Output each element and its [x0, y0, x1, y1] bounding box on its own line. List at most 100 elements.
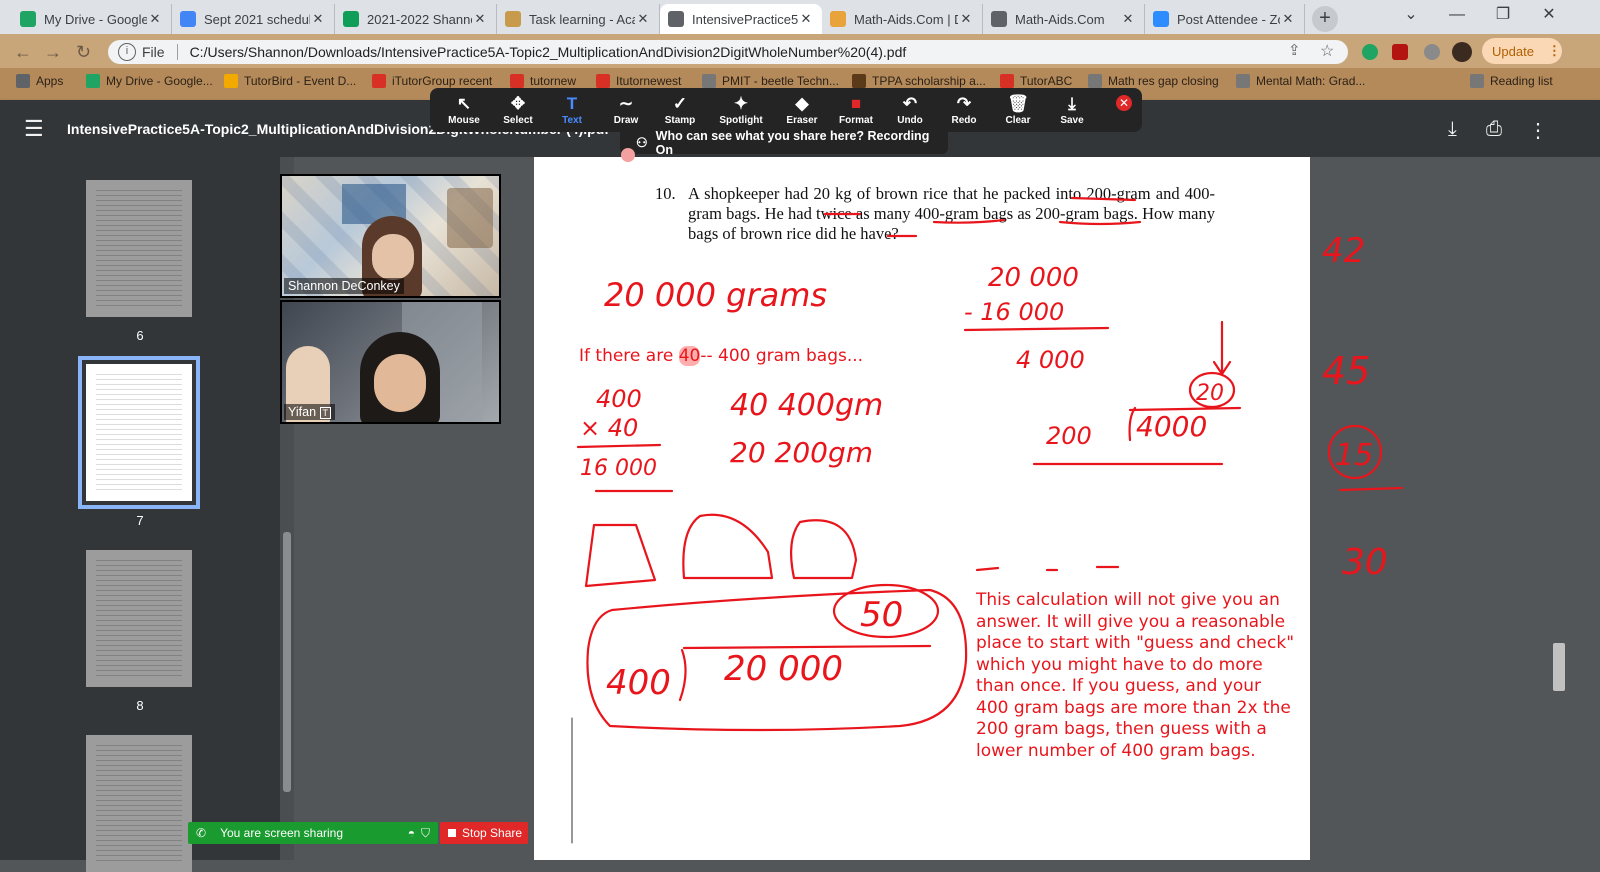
close-tab-icon[interactable]: ✕ [1120, 11, 1136, 27]
bookmark-label: tutornew [530, 74, 577, 88]
new-tab-button[interactable]: + [1312, 6, 1338, 32]
participant-name: Shannon DeConkey [284, 278, 404, 294]
bookmark-item[interactable]: Apps [16, 74, 63, 88]
bookmark-item[interactable]: My Drive - Google... [86, 74, 213, 88]
tool-label: Text [562, 115, 582, 126]
close-tab-icon[interactable]: ✕ [310, 11, 326, 27]
browser-tab[interactable]: IntensivePractice5 ✕ [660, 4, 822, 34]
bookmark-icon [16, 74, 30, 88]
bookmark-label: iTutorGroup recent [392, 74, 493, 88]
share-info-banner[interactable]: ⚇ Who can see what you share here? Recor… [620, 129, 948, 157]
tool-eraser[interactable]: ◆ Eraser [775, 93, 829, 126]
forward-icon[interactable]: → [44, 42, 62, 63]
tool-select[interactable]: ✥ Select [491, 93, 545, 126]
site-info-icon[interactable]: i [118, 43, 136, 61]
participant-video[interactable]: Shannon DeConkey [280, 174, 501, 298]
tool-text[interactable]: T Text [545, 93, 599, 126]
tool-redo[interactable]: ↷ Redo [937, 93, 991, 126]
tool-label: Undo [897, 115, 923, 126]
document-scrollbar[interactable] [1549, 157, 1568, 860]
close-annotation-icon[interactable]: ✕ [1116, 95, 1132, 111]
close-tab-icon[interactable]: ✕ [147, 11, 163, 27]
tool-draw[interactable]: ∼ Draw [599, 93, 653, 126]
scrollbar-thumb[interactable] [1553, 643, 1565, 691]
page-thumbnail-7[interactable] [78, 356, 200, 509]
bookmark-item[interactable]: PMIT - beetle Techn... [702, 74, 839, 88]
problem-number: 10. [655, 184, 676, 203]
bookmark-item[interactable]: Reading list [1470, 74, 1553, 88]
bookmark-label: My Drive - Google... [106, 74, 213, 88]
cc-icon: T [319, 407, 332, 419]
tool-spotlight[interactable]: ✦ Spotlight [714, 93, 768, 126]
close-tab-icon[interactable]: ✕ [1280, 11, 1296, 27]
browser-tab[interactable]: Post Attendee - Zo ✕ [1145, 4, 1305, 34]
browser-tab[interactable]: Math-Aids.Com | D ✕ [822, 4, 983, 34]
draw-icon: ∼ [618, 94, 634, 113]
tool-undo[interactable]: ↶ Undo [883, 93, 937, 126]
share-icon[interactable]: ⇪ [1288, 41, 1301, 59]
bookmark-item[interactable]: Mental Math: Grad... [1236, 74, 1365, 88]
address-bar[interactable]: i File C:/Users/Shannon/Downloads/Intens… [108, 40, 1348, 64]
tool-mouse[interactable]: ↖ Mouse [437, 93, 491, 126]
print-icon[interactable]: ⎙ [1486, 118, 1502, 141]
browser-tab[interactable]: Task learning - Aca ✕ [497, 4, 660, 34]
browser-tab[interactable]: My Drive - Google ✕ [12, 4, 172, 34]
close-tab-icon[interactable]: ✕ [958, 11, 974, 27]
back-icon[interactable]: ← [14, 42, 32, 63]
close-tab-icon[interactable]: ✕ [798, 11, 814, 27]
bookmark-item[interactable]: tutornew [510, 74, 576, 88]
eraser-icon: ◆ [795, 94, 809, 113]
bookmark-item[interactable]: Math res gap closing [1088, 74, 1219, 88]
tab-title: Task learning - Aca [529, 11, 635, 27]
bookmark-item[interactable]: Itutornewest [596, 74, 681, 88]
page-thumbnail-6[interactable] [86, 180, 192, 317]
ublock-icon[interactable] [1392, 44, 1408, 60]
tool-save[interactable]: ⤓ Save [1045, 93, 1099, 126]
select-icon: ✥ [510, 94, 526, 113]
reload-icon[interactable]: ↻ [76, 42, 91, 63]
tool-format[interactable]: ■ Format [829, 93, 883, 126]
typed-note: If there are 40-- 400 gram bags... [579, 346, 863, 366]
page-thumbnail-9[interactable] [86, 735, 192, 872]
url-text[interactable]: C:/Users/Shannon/Downloads/IntensivePrac… [190, 44, 907, 60]
screen-sharing-bar[interactable]: ✆ You are screen sharing ◓ ⛉ [188, 822, 438, 844]
close-tab-icon[interactable]: ✕ [635, 11, 651, 27]
scrollbar-thumb[interactable] [283, 532, 291, 792]
stop-share-button[interactable]: Stop Share [440, 822, 528, 844]
save-icon: ⤓ [1068, 94, 1076, 113]
menu-icon[interactable]: ☰ [24, 116, 44, 142]
close-window-button[interactable]: ✕ [1526, 0, 1572, 30]
tab-search-icon[interactable]: ⌄ [1388, 0, 1434, 30]
more-options-icon[interactable]: ⋮ [1528, 118, 1548, 143]
bookmark-item[interactable]: TPPA scholarship a... [852, 74, 986, 88]
profile-avatar[interactable] [1452, 42, 1472, 62]
tool-clear[interactable]: 🗑 Clear [991, 93, 1045, 126]
tab-title: 2021-2022 Shanno [367, 11, 472, 27]
browser-tab[interactable]: 2021-2022 Shanno ✕ [335, 4, 497, 34]
browser-tab[interactable]: Sept 2021 schedule ✕ [172, 4, 335, 34]
page-thumbnail-8[interactable] [86, 550, 192, 687]
typed-note-prefix: If there are [579, 346, 679, 366]
format-icon: ■ [850, 94, 862, 113]
browser-tab[interactable]: Math-Aids.Com ✕ [983, 4, 1145, 34]
bookmark-icon [372, 74, 386, 88]
extension-icon[interactable] [1362, 44, 1378, 60]
network-icon: ◓ [407, 826, 415, 840]
download-icon[interactable]: ⤓ [1448, 118, 1457, 141]
bookmark-item[interactable]: iTutorGroup recent [372, 74, 492, 88]
poster-image [447, 188, 493, 248]
update-button[interactable]: Update ⋮ [1482, 38, 1562, 64]
participant-video[interactable]: Yifan T [280, 300, 501, 424]
tool-stamp[interactable]: ✓ Stamp [653, 93, 707, 126]
bookmark-star-icon[interactable]: ☆ [1320, 41, 1334, 61]
tab-favicon [343, 11, 359, 27]
tool-label: Draw [613, 115, 639, 126]
text-icon: T [566, 94, 578, 113]
bookmark-item[interactable]: TutorABC [1000, 74, 1072, 88]
restore-button[interactable]: ❐ [1480, 0, 1526, 30]
close-tab-icon[interactable]: ✕ [472, 11, 488, 27]
extension-icon[interactable] [1424, 44, 1440, 60]
minimize-button[interactable]: — [1434, 0, 1480, 30]
bookmark-item[interactable]: TutorBird - Event D... [224, 74, 356, 88]
tab-title: Math-Aids.Com | D [854, 11, 958, 27]
